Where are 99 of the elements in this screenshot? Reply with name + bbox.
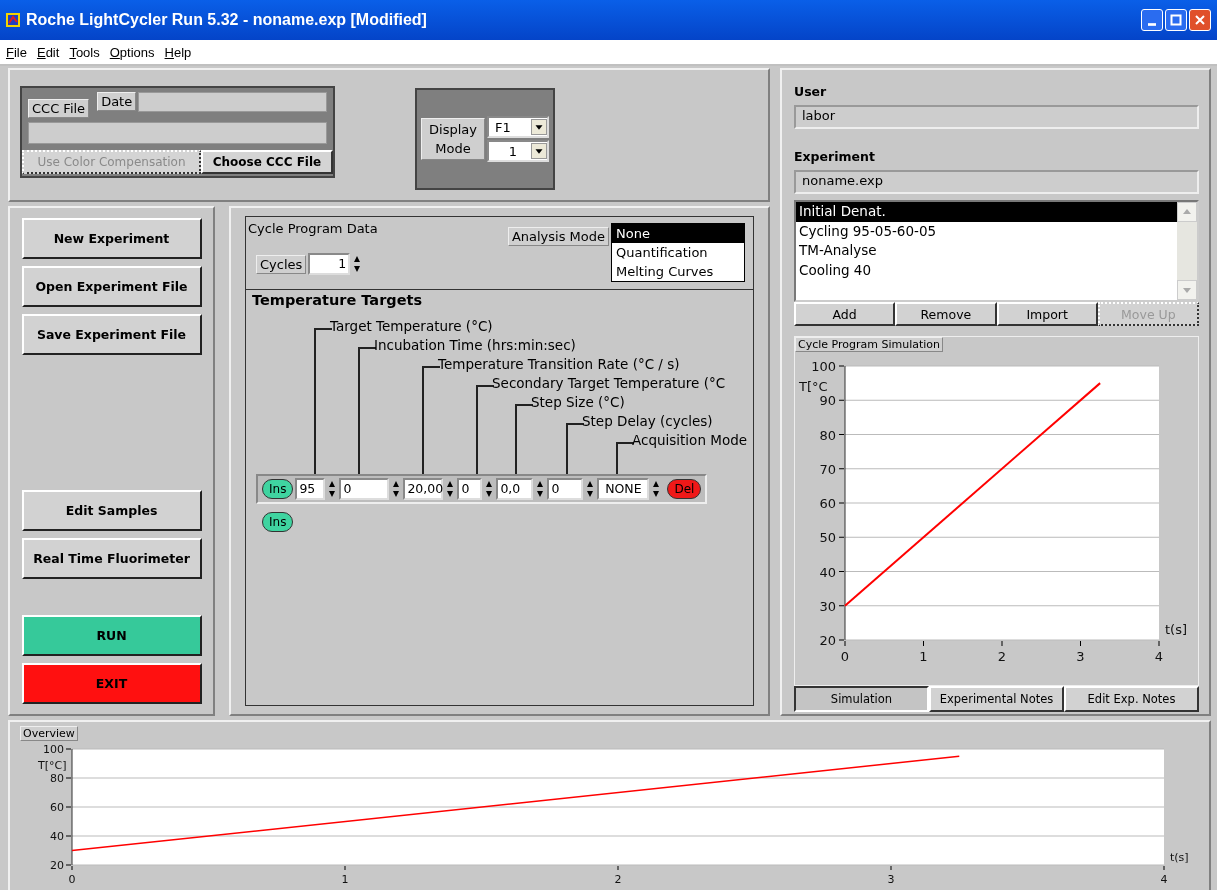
analysis-mode-option[interactable]: Melting Curves (612, 262, 744, 281)
action-button[interactable]: Open Experiment File (21, 266, 202, 307)
user-field[interactable]: labor (794, 105, 1199, 129)
experiment-field[interactable]: noname.exp (794, 170, 1199, 194)
x-tick-label: 1 (919, 649, 928, 664)
menu-item[interactable]: File (6, 44, 27, 60)
list-action-button[interactable]: Import (996, 302, 1098, 326)
column-label: Incubation Time (hrs:min:sec) (374, 336, 576, 355)
x-tick-label: 0 (68, 873, 76, 886)
y-tick-label: 40 (50, 830, 64, 843)
step-value-field[interactable]: 0 (457, 478, 483, 500)
y-tick-label: 50 (819, 530, 836, 546)
x-tick-label: 3 (1076, 649, 1085, 664)
x-tick-label: 4 (1160, 873, 1168, 886)
x-axis-title: t(s] (1165, 622, 1188, 637)
step-value-field[interactable]: NONE (597, 478, 650, 500)
minimize-icon (1148, 22, 1156, 26)
action-button[interactable]: Real Time Fluorimeter (21, 538, 202, 579)
overview-title: Overview (20, 726, 78, 741)
column-label: Acquisition Mode (632, 431, 747, 450)
view-tab[interactable]: Experimental Notes (929, 686, 1064, 712)
y-tick-label: 20 (50, 859, 64, 872)
app-icon (6, 13, 20, 27)
cycles-label: Cycles (256, 254, 307, 274)
program-list-item[interactable]: TM-Analyse (796, 241, 1177, 261)
column-label: Step Size (°C) (531, 393, 625, 412)
x-tick-label: 4 (1154, 649, 1164, 664)
date-field[interactable] (138, 92, 327, 112)
column-label: Step Delay (cycles) (582, 412, 713, 431)
y-tick-label: 90 (819, 393, 836, 409)
insert-button[interactable]: Ins (262, 479, 294, 499)
date-label: Date (97, 92, 137, 111)
x-tick-label: 2 (997, 649, 1007, 664)
column-label: Secondary Target Temperature (°C (492, 374, 726, 393)
choose-ccc-file-button[interactable]: Choose CCC File (201, 150, 333, 174)
y-axis-title: T[°C] (37, 759, 67, 772)
channel-dropdown[interactable]: F1 (487, 116, 549, 138)
y-tick-label: 80 (50, 772, 64, 785)
y-tick-label: 100 (43, 743, 64, 756)
column-label: Target Temperature (°C) (330, 317, 493, 336)
y-tick-label: 60 (50, 801, 64, 814)
analysis-mode-label: Analysis Mode (507, 227, 609, 246)
view-tab[interactable]: Edit Exp. Notes (1064, 686, 1199, 712)
mode-dropdown[interactable]: 1 (487, 140, 549, 162)
program-list-item[interactable]: Cooling 40 (796, 260, 1177, 280)
y-tick-label: 40 (819, 564, 836, 580)
simulation-title: Cycle Program Simulation (795, 337, 944, 352)
analysis-mode-option[interactable]: None (612, 224, 744, 243)
menu-item[interactable]: Options (109, 44, 155, 60)
x-axis-title: t(s] (1170, 851, 1189, 864)
temperature-targets-title: Temperature Targets (251, 291, 424, 310)
menu-item[interactable]: Edit (36, 44, 60, 60)
step-value-field[interactable]: 0 (339, 478, 390, 500)
action-button[interactable]: New Experiment (21, 218, 202, 259)
action-button[interactable]: EXIT (21, 663, 202, 704)
minimize-button[interactable] (1141, 9, 1163, 31)
y-tick-label: 80 (819, 427, 836, 443)
step-value-field[interactable]: 95 (295, 478, 326, 500)
close-button[interactable] (1189, 9, 1211, 31)
window-title: Roche LightCycler Run 5.32 - noname.exp [Modified] (26, 11, 428, 29)
y-tick-label: 70 (819, 461, 836, 477)
experiment-label: Experiment (794, 149, 876, 164)
step-value-field[interactable]: 0,0 (496, 478, 534, 500)
y-tick-label: 20 (819, 633, 836, 648)
cycles-field[interactable]: 1 (308, 253, 351, 275)
ccc-file-label: CCC File (28, 99, 90, 118)
maximize-button[interactable] (1165, 9, 1187, 31)
action-button[interactable]: Edit Samples (21, 490, 202, 531)
action-button[interactable]: Save Experiment File (21, 314, 202, 355)
close-icon (1194, 14, 1206, 26)
x-tick-label: 2 (614, 873, 622, 886)
user-label: User (794, 84, 828, 99)
x-tick-label: 1 (341, 873, 349, 886)
delete-button[interactable]: Del (667, 479, 702, 499)
x-tick-label: 0 (840, 649, 850, 664)
program-list-item[interactable]: Cycling 95-05-60-05 (796, 221, 1177, 241)
menu-item[interactable]: Tools (69, 44, 100, 60)
display-mode-label: Display Mode (421, 118, 485, 160)
view-tab[interactable]: Simulation (794, 686, 929, 712)
maximize-icon (1170, 14, 1182, 26)
menu-item[interactable]: Help (164, 44, 192, 60)
list-action-button[interactable]: Remove (895, 302, 997, 326)
y-tick-label: 30 (819, 598, 836, 614)
y-tick-label: 100 (811, 359, 836, 374)
caret-icon[interactable] (531, 119, 547, 135)
insert-button[interactable]: Ins (262, 512, 294, 532)
list-action-button[interactable]: Add (794, 302, 896, 326)
column-label: Temperature Transition Rate (°C / s) (438, 355, 680, 374)
analysis-mode-option[interactable]: Quantification (612, 243, 744, 262)
y-axis-title: T[°C (798, 379, 828, 394)
y-tick-label: 60 (819, 496, 836, 511)
x-tick-label: 3 (887, 873, 895, 886)
cycle-program-title: Cycle Program Data (248, 221, 378, 236)
action-button[interactable]: RUN (21, 615, 202, 656)
ccc-file-field[interactable] (28, 122, 327, 144)
caret-icon[interactable] (531, 143, 547, 159)
step-value-field[interactable]: 20,00 (403, 478, 444, 500)
program-list-item[interactable]: Initial Denat. (796, 202, 1177, 222)
step-value-field[interactable]: 0 (547, 478, 584, 500)
